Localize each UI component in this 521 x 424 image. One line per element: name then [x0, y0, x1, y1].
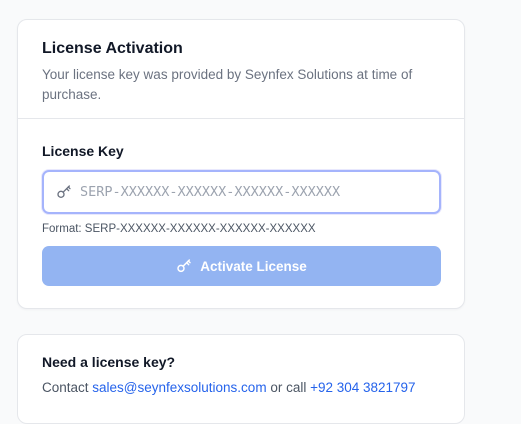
card-description: Your license key was provided by Seynfex… [42, 67, 413, 102]
card-title: License Activation [42, 40, 183, 57]
key-icon [177, 259, 191, 273]
license-activation-card: License Activation Your license key was … [17, 19, 465, 309]
license-key-field[interactable] [42, 170, 441, 214]
format-hint: Format: SERP-XXXXXX-XXXXXX-XXXXXX-XXXXXX [42, 223, 316, 235]
call-text: or call [266, 380, 311, 395]
license-key-input[interactable] [80, 172, 439, 212]
license-key-label: License Key [42, 143, 124, 159]
card-body: License Key Format: SERP-XXXXXX-XXXXXX-X… [18, 119, 464, 286]
contact-prefix: Contact [42, 380, 93, 395]
help-contact-line: Contact sales@seynfexsolutions.com or ca… [42, 379, 440, 397]
help-title: Need a license key? [42, 354, 176, 370]
key-icon [57, 185, 71, 198]
card-header: License Activation Your license key was … [18, 20, 464, 119]
phone-link[interactable]: +92 304 3821797 [310, 380, 415, 395]
help-card: Need a license key? Contact sales@seynfe… [17, 334, 465, 424]
activate-license-button[interactable]: Activate License [42, 246, 441, 286]
sales-email-link[interactable]: sales@seynfexsolutions.com [92, 380, 266, 395]
activate-button-label: Activate License [200, 258, 307, 274]
